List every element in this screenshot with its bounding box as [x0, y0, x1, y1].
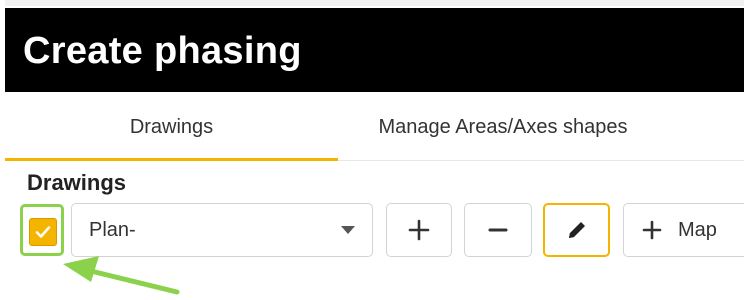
drawing-checkbox[interactable] [29, 218, 57, 246]
drawing-select-value: Plan- [89, 219, 136, 241]
minus-icon [488, 228, 508, 232]
tab-drawings[interactable]: Drawings [5, 92, 338, 160]
map-button-label: Map [678, 218, 717, 241]
remove-drawing-button[interactable] [464, 203, 532, 257]
dialog-title: Create phasing [23, 30, 302, 72]
pencil-icon [568, 222, 585, 238]
annotation-arrow-icon [63, 256, 180, 295]
edit-drawing-button[interactable] [543, 203, 610, 257]
window-top-border [0, 0, 744, 6]
chevron-down-icon [341, 226, 355, 234]
tab-bar: Drawings Manage Areas/Axes shapes [5, 92, 744, 161]
checkbox-highlight [20, 204, 64, 256]
drawing-select[interactable]: Plan- [71, 203, 373, 257]
drawings-section-label: Drawings [27, 170, 127, 195]
add-drawing-button[interactable] [386, 203, 452, 257]
active-tab-indicator [5, 158, 338, 161]
plus-icon [408, 219, 430, 241]
tab-manage-areas-axes-shapes[interactable]: Manage Areas/Axes shapes [338, 92, 668, 160]
map-button[interactable]: Map [623, 203, 744, 257]
plus-icon [642, 220, 662, 240]
checkmark-icon [35, 226, 51, 238]
dialog-title-bar: Create phasing [5, 8, 744, 92]
